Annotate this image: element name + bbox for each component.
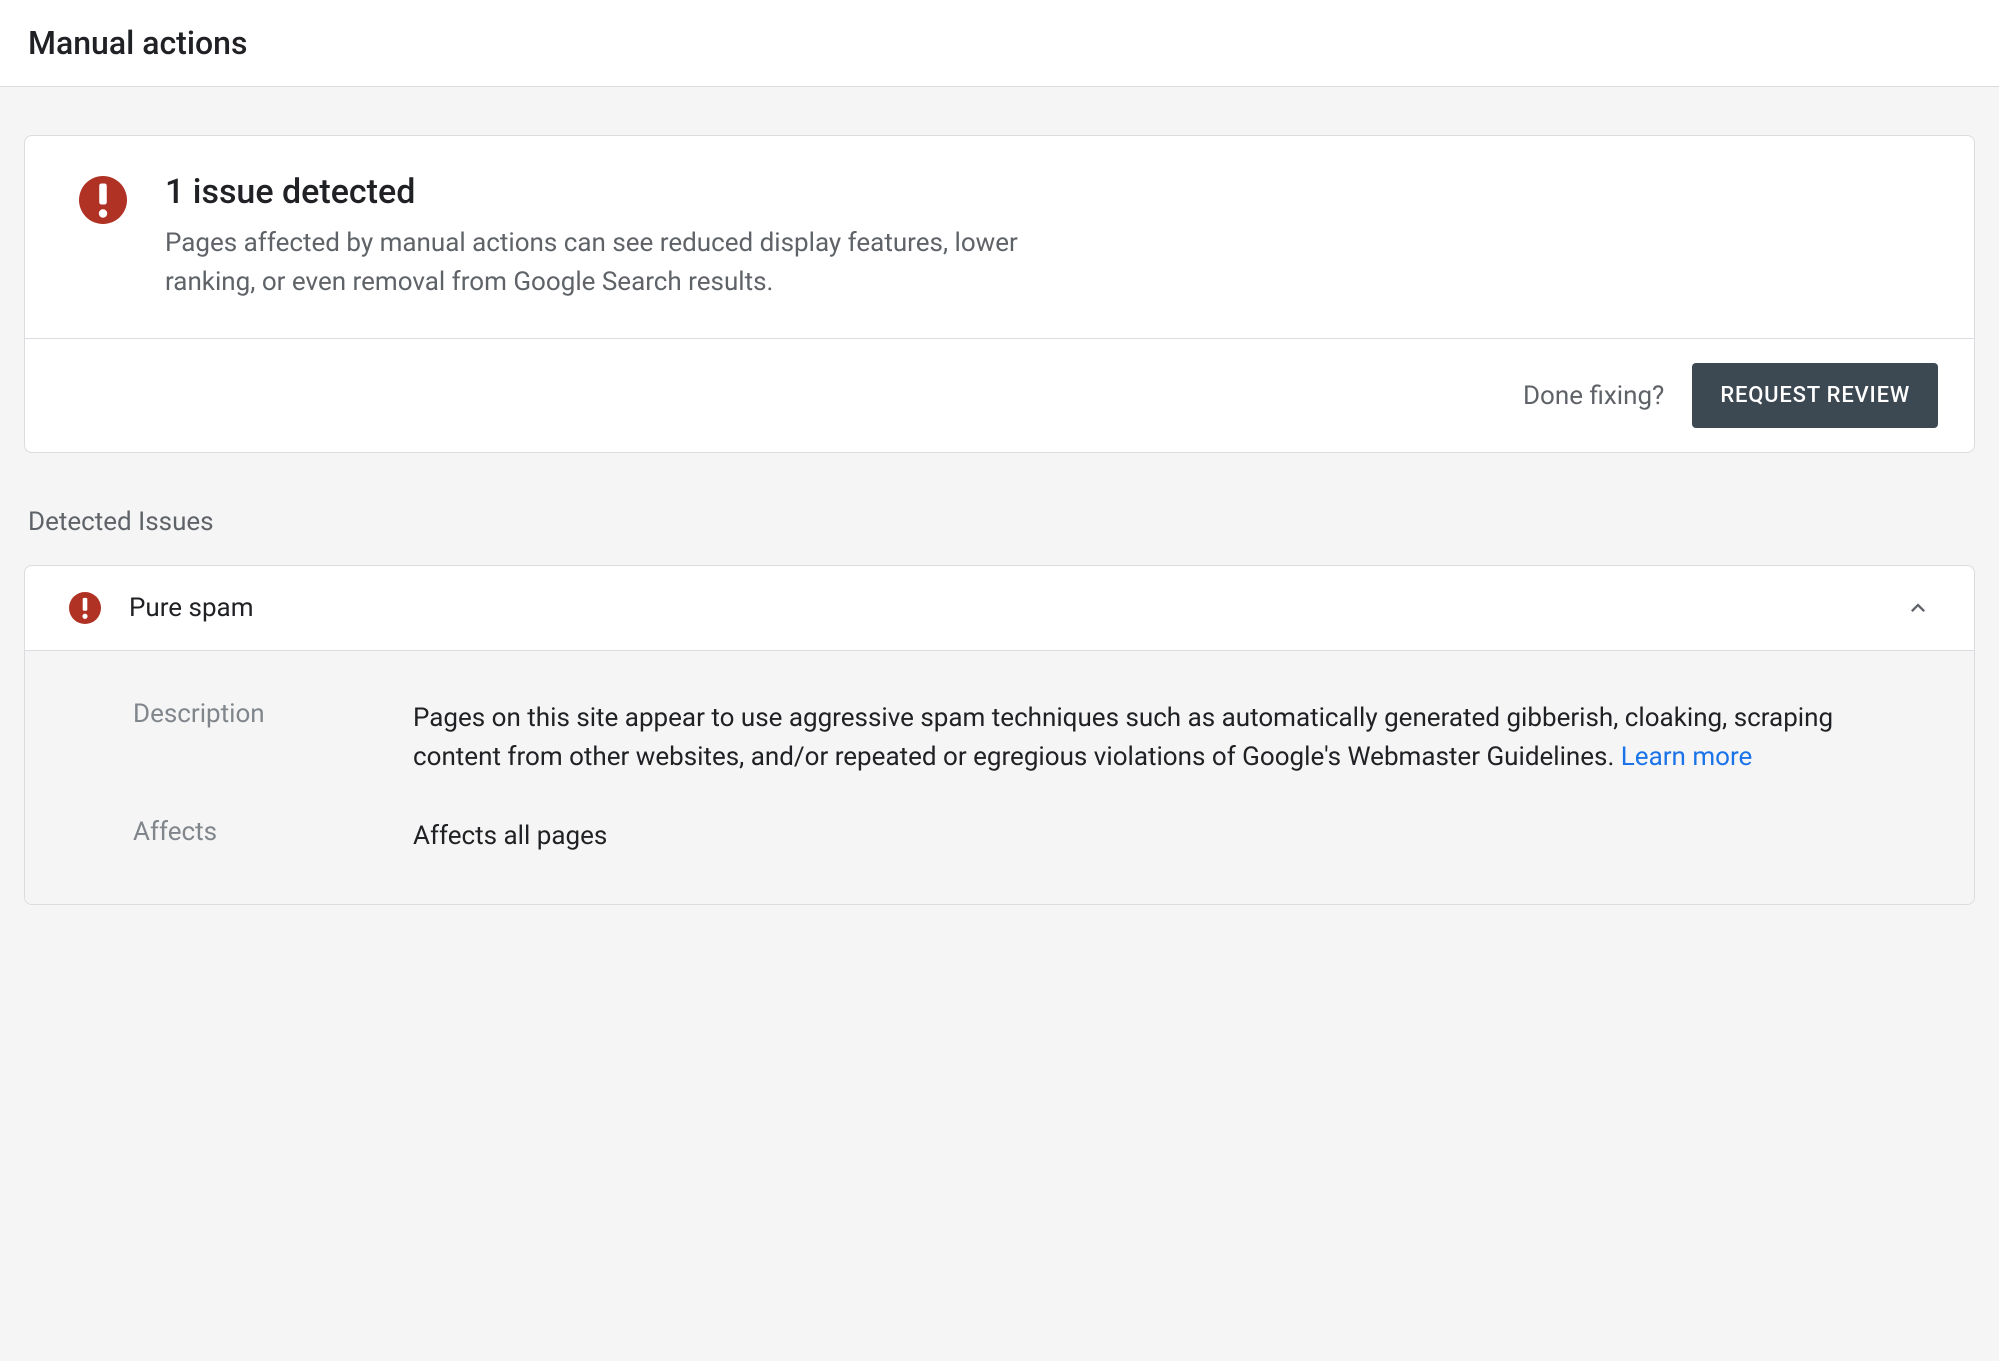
issue-summary-card: 1 issue detected Pages affected by manua… xyxy=(24,135,1975,453)
detected-issues-title: Detected Issues xyxy=(28,507,1975,537)
page-header: Manual actions xyxy=(0,0,1999,87)
content-area: 1 issue detected Pages affected by manua… xyxy=(0,87,1999,929)
affects-row: Affects Affects all pages xyxy=(133,817,1926,856)
alert-icon xyxy=(79,176,127,224)
issue-header[interactable]: Pure spam xyxy=(25,566,1974,650)
learn-more-link[interactable]: Learn more xyxy=(1621,742,1753,772)
description-value: Pages on this site appear to use aggress… xyxy=(413,699,1926,777)
alert-icon xyxy=(69,592,101,624)
action-bar: Done fixing? REQUEST REVIEW xyxy=(25,338,1974,452)
alert-description: Pages affected by manual actions can see… xyxy=(165,224,1085,302)
alert-title: 1 issue detected xyxy=(165,172,1926,212)
issue-body: Description Pages on this site appear to… xyxy=(25,650,1974,904)
issue-card: Pure spam Description Pages on this site… xyxy=(24,565,1975,905)
description-row: Description Pages on this site appear to… xyxy=(133,699,1926,777)
issue-name: Pure spam xyxy=(129,593,1876,623)
affects-label: Affects xyxy=(133,817,353,856)
alert-header: 1 issue detected Pages affected by manua… xyxy=(25,136,1974,338)
description-label: Description xyxy=(133,699,353,777)
chevron-up-icon xyxy=(1904,594,1932,622)
affects-value: Affects all pages xyxy=(413,817,1926,856)
request-review-button[interactable]: REQUEST REVIEW xyxy=(1692,363,1938,428)
alert-text: 1 issue detected Pages affected by manua… xyxy=(165,172,1926,302)
done-fixing-label: Done fixing? xyxy=(1523,381,1664,411)
page-title: Manual actions xyxy=(28,24,1971,62)
